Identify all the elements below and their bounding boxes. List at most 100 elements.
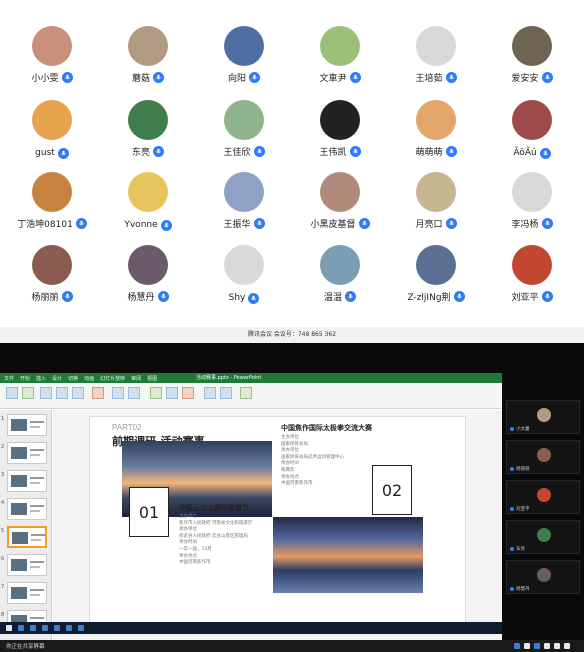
video-tile[interactable]: 杨慧丹 [506, 560, 580, 594]
mic-icon [153, 72, 164, 83]
arrange-button[interactable] [166, 387, 178, 399]
participant-tile[interactable]: 温温 [292, 245, 388, 304]
slide-thumbnail[interactable] [7, 414, 47, 436]
taichi-photo [273, 517, 423, 593]
participant-name: Shy [228, 293, 246, 303]
browser-icon[interactable] [54, 625, 60, 631]
ribbon-tab[interactable]: 切换 [68, 375, 78, 382]
ribbon-tab[interactable]: 幻灯片放映 [100, 375, 125, 382]
search-icon[interactable] [18, 625, 24, 631]
participant-tile[interactable]: 王佳欣 [196, 100, 292, 159]
current-slide: PART02 前期调研-活动赛事 01 02 中国云台山国际旅游节 主办单位焦作… [89, 416, 466, 630]
participant-name: 东亮 [516, 547, 525, 552]
ribbon-tab[interactable]: 开始 [20, 375, 30, 382]
participant-tile[interactable]: 蘑菇 [100, 26, 196, 85]
participant-name: 温温 [323, 293, 342, 303]
ribbon-tab[interactable]: 设计 [52, 375, 62, 382]
participant-tile[interactable]: 杨慧丹 [100, 245, 196, 304]
powerpoint-icon[interactable] [66, 625, 72, 631]
participant-tile[interactable]: 杨丽丽 [4, 245, 100, 304]
participant-tile[interactable]: 月亮口 [388, 172, 484, 231]
video-tile[interactable]: 东亮 [506, 520, 580, 554]
ribbon-tab[interactable]: 视图 [147, 375, 157, 382]
mic-icon [249, 72, 260, 83]
participant-tile[interactable]: Yvonne [100, 172, 196, 231]
bullets-button[interactable] [128, 387, 140, 399]
avatar [128, 100, 168, 140]
participant-tile[interactable]: 向阳 [196, 26, 292, 85]
participant-tile[interactable]: 萌萌萌 [388, 100, 484, 159]
participant-tile[interactable]: 王伟凯 [292, 100, 388, 159]
members-icon[interactable] [544, 643, 550, 649]
more-icon[interactable] [564, 643, 570, 649]
participant-tile[interactable]: 小小雯 [4, 26, 100, 85]
task-view-icon[interactable] [30, 625, 36, 631]
ribbon-tab[interactable]: 审阅 [131, 375, 141, 382]
participant-tile[interactable]: 东亮 [100, 100, 196, 159]
slide-thumbnail[interactable] [7, 442, 47, 464]
ribbon-tab[interactable]: 动画 [84, 375, 94, 382]
video-tile[interactable]: 杨丽丽 [506, 440, 580, 474]
participant-name: 李冯杨 [511, 220, 539, 230]
shapes-button[interactable] [150, 387, 162, 399]
ribbon-tab[interactable]: 插入 [36, 375, 46, 382]
avatar [416, 245, 456, 285]
participant-tile[interactable]: 丁浩坤08101 [4, 172, 100, 231]
font-button[interactable] [40, 387, 52, 399]
mic-icon[interactable] [514, 643, 520, 649]
paste-button[interactable] [6, 387, 18, 399]
italic-button[interactable] [72, 387, 84, 399]
mic-icon [153, 146, 164, 157]
start-icon[interactable] [6, 625, 12, 631]
font-color-button[interactable] [92, 387, 104, 399]
explorer-icon[interactable] [42, 625, 48, 631]
participant-tile[interactable]: 文車尹 [292, 26, 388, 85]
participant-tile[interactable]: 刘亚平 [484, 245, 580, 304]
new-slide-button[interactable] [22, 387, 34, 399]
slide-thumbnail[interactable] [7, 554, 47, 576]
replace-button[interactable] [220, 387, 232, 399]
bold-button[interactable] [56, 387, 68, 399]
quick-styles-button[interactable] [182, 387, 194, 399]
participant-tile[interactable]: Z-zljINg荆 [388, 245, 484, 304]
event2-details: 主办单位 国家体育总局 承办单位 国家体育总局武术运动管理中心 举办时间 每两年 举办地点中… [281, 435, 391, 488]
mic-icon [157, 291, 169, 302]
event1-details: 主办单位 焦作市人民政府 河南省文化和旅游厅 承办单位 修武县人民政府 云台山景区管理… [179, 514, 289, 567]
avatar [128, 172, 168, 212]
slide-thumbnail[interactable] [7, 470, 47, 492]
slide-thumbnail[interactable] [7, 526, 47, 548]
slide-thumbnail[interactable] [7, 582, 47, 604]
align-button[interactable] [112, 387, 124, 399]
participant-tile[interactable]: 小黑皮基督 [292, 172, 388, 231]
video-tile[interactable]: 刘亚平 [506, 480, 580, 514]
find-button[interactable] [204, 387, 216, 399]
participant-tile[interactable]: 王振华 [196, 172, 292, 231]
slide-number: 7 [1, 584, 5, 590]
share-icon[interactable] [534, 643, 540, 649]
slide-thumbnail[interactable] [7, 498, 47, 520]
mic-icon [453, 291, 465, 302]
select-button[interactable] [240, 387, 252, 399]
participant-tile[interactable]: Shy [196, 245, 292, 304]
video-tile[interactable]: 小文蕾 [506, 400, 580, 434]
camera-icon[interactable] [524, 643, 530, 649]
participant-tile[interactable]: 王培茹 [388, 26, 484, 85]
participant-name: 小黑皮基督 [310, 220, 356, 230]
video-side-panel: 小文蕾杨丽丽刘亚平东亮杨慧丹 [502, 400, 584, 600]
chat-icon[interactable] [554, 643, 560, 649]
participant-name: 小小雯 [31, 74, 59, 84]
slide-canvas: PART02 前期调研-活动赛事 01 02 中国云台山国际旅游节 主办单位焦作… [53, 410, 502, 646]
mic-icon [539, 147, 551, 159]
participant-name: 刘亚平 [516, 507, 530, 512]
avatar [416, 172, 456, 212]
avatar [512, 100, 552, 140]
participant-tile[interactable]: 李冯杨 [484, 172, 580, 231]
participant-tile[interactable]: ÃöÃú [484, 100, 580, 159]
avatar [537, 488, 551, 502]
participant-tile[interactable]: gust [4, 100, 100, 159]
share-label: 你正在共享屏幕 [6, 644, 45, 650]
mic-icon [253, 146, 265, 157]
meeting-icon[interactable] [78, 625, 84, 631]
ribbon-tab[interactable]: 文件 [4, 375, 14, 382]
participant-tile[interactable]: 爱安安 [484, 26, 580, 85]
